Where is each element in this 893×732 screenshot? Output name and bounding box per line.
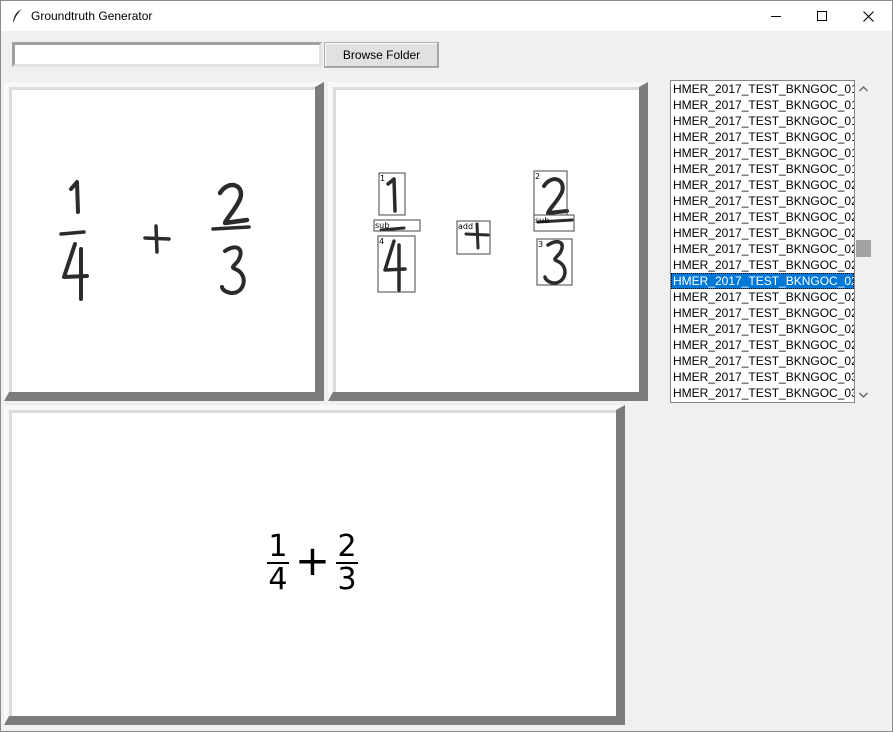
fraction-two-thirds: 2 3: [336, 529, 359, 597]
annotation-label: 2: [535, 172, 540, 181]
rendered-expression-canvas[interactable]: 1 4 + 2 3: [4, 405, 625, 725]
list-item[interactable]: HMER_2017_TEST_BKNGOC_01_4A: [671, 81, 854, 97]
annotation-label: sub: [535, 216, 549, 225]
browse-folder-button[interactable]: Browse Folder: [324, 42, 439, 68]
minimize-button[interactable]: [753, 1, 799, 31]
denominator: 3: [337, 562, 357, 597]
annotation-label: 4: [379, 237, 384, 246]
input-image-canvas[interactable]: [4, 82, 324, 401]
minimize-icon: [771, 16, 781, 17]
list-item[interactable]: HMER_2017_TEST_BKNGOC_03_1B: [671, 385, 854, 401]
annotated-image-canvas[interactable]: 1 sub 4 add 2 sub 3: [328, 82, 648, 401]
list-item[interactable]: HMER_2017_TEST_BKNGOC_02_1B: [671, 193, 854, 209]
feather-icon: [13, 9, 22, 23]
annotation-label: add: [458, 222, 473, 231]
list-item[interactable]: HMER_2017_TEST_BKNGOC_02_6B: [671, 353, 854, 369]
list-item[interactable]: HMER_2017_TEST_BKNGOC_02_3B: [671, 257, 854, 273]
list-item[interactable]: HMER_2017_TEST_BKNGOC_01_5B: [671, 129, 854, 145]
annotated-expression: 1 sub 4 add 2 sub 3: [373, 170, 575, 293]
handwritten-expression: [59, 180, 251, 301]
scroll-down-button[interactable]: [855, 386, 872, 403]
file-listbox[interactable]: HMER_2017_TEST_BKNGOC_01_4AHMER_2017_TES…: [670, 80, 855, 403]
list-item[interactable]: HMER_2017_TEST_BKNGOC_02_1A: [671, 177, 854, 193]
list-item[interactable]: HMER_2017_TEST_BKNGOC_02_4A: [671, 273, 854, 289]
list-item[interactable]: HMER_2017_TEST_BKNGOC_02_6A: [671, 337, 854, 353]
maximize-button[interactable]: [799, 1, 845, 31]
app-window: Groundtruth Generator Browse Folder 1 su…: [0, 0, 893, 732]
annotation-label: sub: [375, 221, 389, 230]
annotation-label: 1: [380, 174, 385, 183]
window-title: Groundtruth Generator: [31, 9, 153, 23]
list-item[interactable]: HMER_2017_TEST_BKNGOC_02_2A: [671, 209, 854, 225]
plus-operator: +: [294, 536, 331, 585]
annotation-label: 3: [538, 240, 543, 249]
list-item[interactable]: HMER_2017_TEST_BKNGOC_01_6B: [671, 161, 854, 177]
close-icon: [862, 10, 874, 22]
list-item[interactable]: HMER_2017_TEST_BKNGOC_02_2B: [671, 225, 854, 241]
list-item[interactable]: HMER_2017_TEST_BKNGOC_01_6A: [671, 145, 854, 161]
close-button[interactable]: [845, 1, 891, 31]
list-item[interactable]: HMER_2017_TEST_BKNGOC_03_1A: [671, 369, 854, 385]
list-item[interactable]: HMER_2017_TEST_BKNGOC_01_4B: [671, 97, 854, 113]
chevron-up-icon: [859, 85, 868, 91]
numerator: 2: [337, 529, 357, 564]
chevron-down-icon: [859, 392, 868, 398]
list-item[interactable]: HMER_2017_TEST_BKNGOC_02_4B: [671, 289, 854, 305]
maximize-icon: [817, 11, 827, 21]
listbox-scrollbar[interactable]: [855, 80, 872, 403]
denominator: 4: [268, 562, 288, 597]
list-item[interactable]: HMER_2017_TEST_BKNGOC_02_5B: [671, 321, 854, 337]
folder-path-input[interactable]: [12, 42, 322, 67]
scroll-thumb[interactable]: [856, 240, 871, 257]
fraction-one-quarter: 1 4: [266, 529, 289, 597]
numerator: 1: [268, 529, 288, 564]
scroll-up-button[interactable]: [855, 80, 872, 97]
list-item[interactable]: HMER_2017_TEST_BKNGOC_02_5A: [671, 305, 854, 321]
title-bar[interactable]: Groundtruth Generator: [1, 1, 892, 31]
list-item[interactable]: HMER_2017_TEST_BKNGOC_01_5A: [671, 113, 854, 129]
rendered-latex: 1 4 + 2 3: [9, 410, 616, 716]
list-item[interactable]: HMER_2017_TEST_BKNGOC_02_3A: [671, 241, 854, 257]
